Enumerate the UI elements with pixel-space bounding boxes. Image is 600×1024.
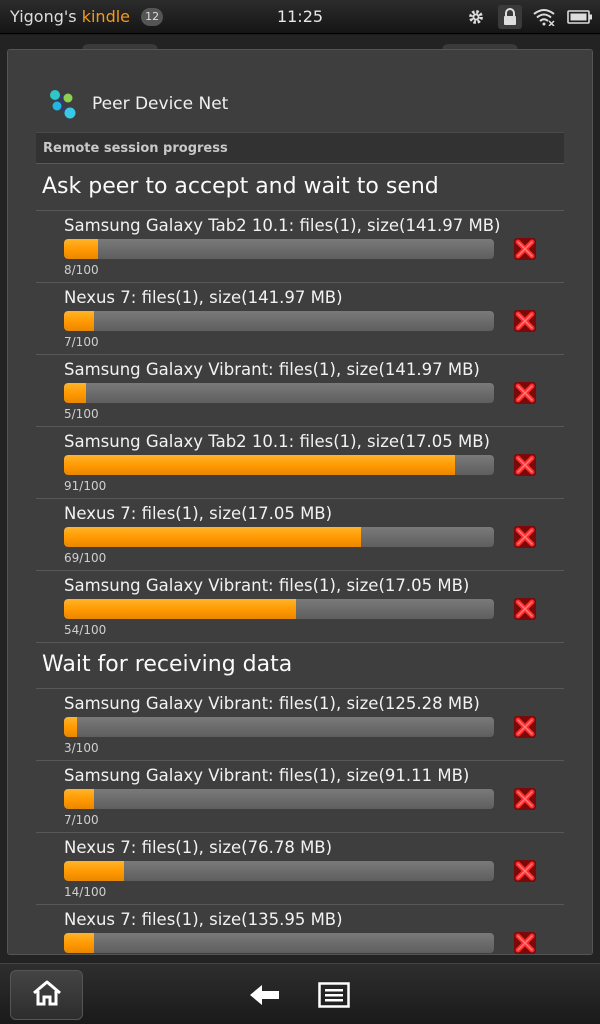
cancel-button[interactable] [513, 931, 537, 954]
progress-fill [64, 599, 297, 619]
cancel-button[interactable] [513, 381, 537, 405]
progress-count: 7/100 [64, 813, 99, 827]
session-row: Samsung Galaxy Vibrant: files(1), size(1… [36, 688, 564, 760]
cancel-button[interactable] [513, 237, 537, 261]
peer-network-icon [46, 88, 78, 120]
progress-fill [64, 717, 77, 737]
cancel-button[interactable] [513, 787, 537, 811]
section-header: Remote session progress [36, 132, 564, 164]
menu-button[interactable] [318, 982, 352, 1008]
progress-count: 54/100 [64, 623, 107, 637]
progress-fill [64, 455, 456, 475]
progress-bar [64, 455, 494, 475]
progress-fill [64, 933, 95, 953]
cancel-x-icon [513, 309, 537, 333]
session-label: Samsung Galaxy Vibrant: files(1), size(1… [64, 360, 480, 379]
session-row: Samsung Galaxy Vibrant: files(1), size(9… [36, 760, 564, 832]
progress-count: 91/100 [64, 479, 107, 493]
session-label: Nexus 7: files(1), size(76.78 MB) [64, 838, 333, 857]
session-label: Samsung Galaxy Vibrant: files(1), size(9… [64, 766, 470, 785]
session-row: Nexus 7: files(1), size(17.05 MB) 69/100 [36, 498, 564, 570]
dialog-title: Peer Device Net [92, 94, 229, 114]
cancel-x-icon [513, 453, 537, 477]
home-icon [31, 979, 63, 1011]
session-progress-dialog: Peer Device Net Remote session progress … [7, 49, 593, 955]
progress-bar [64, 717, 494, 737]
cancel-x-icon [513, 931, 537, 954]
back-button[interactable] [248, 982, 282, 1008]
cancel-x-icon [513, 597, 537, 621]
progress-count: 8/100 [64, 263, 99, 277]
home-button[interactable] [10, 970, 83, 1020]
progress-bar [64, 599, 494, 619]
session-row: Nexus 7: files(1), size(76.78 MB) 14/100 [36, 832, 564, 904]
session-label: Nexus 7: files(1), size(17.05 MB) [64, 504, 333, 523]
session-label: Nexus 7: files(1), size(141.97 MB) [64, 288, 343, 307]
session-label: Samsung Galaxy Tab2 10.1: files(1), size… [64, 432, 490, 451]
cancel-button[interactable] [513, 715, 537, 739]
status-icons [464, 5, 594, 29]
session-row: Nexus 7: files(1), size(135.95 MB)7/100 [36, 904, 564, 954]
lock-icon[interactable] [498, 5, 522, 29]
cancel-button[interactable] [513, 525, 537, 549]
session-row: Nexus 7: files(1), size(141.97 MB) 7/100 [36, 282, 564, 354]
session-label: Nexus 7: files(1), size(135.95 MB) [64, 910, 343, 929]
navigation-bar [0, 963, 600, 1024]
back-arrow-icon [248, 985, 282, 1012]
wifi-icon[interactable] [532, 5, 556, 29]
cancel-x-icon [513, 525, 537, 549]
cancel-x-icon [513, 381, 537, 405]
progress-count: 7/100 [64, 335, 99, 349]
progress-fill [64, 861, 125, 881]
group-title: Ask peer to accept and wait to send [42, 174, 439, 199]
progress-count: 14/100 [64, 885, 107, 899]
progress-fill [64, 789, 95, 809]
battery-icon[interactable] [566, 5, 594, 29]
progress-fill [64, 311, 95, 331]
cancel-x-icon [513, 859, 537, 883]
progress-bar [64, 311, 494, 331]
session-row: Samsung Galaxy Vibrant: files(1), size(1… [36, 570, 564, 642]
cancel-button[interactable] [513, 453, 537, 477]
cancel-button[interactable] [513, 859, 537, 883]
progress-bar [64, 239, 494, 259]
cancel-button[interactable] [513, 309, 537, 333]
progress-bar [64, 383, 494, 403]
progress-bar [64, 861, 494, 881]
session-label: Samsung Galaxy Tab2 10.1: files(1), size… [64, 216, 501, 235]
cancel-button[interactable] [513, 597, 537, 621]
menu-icon [318, 982, 350, 1012]
status-bar: Yigong's kindle 12 11:25 [0, 0, 600, 34]
progress-count: 3/100 [64, 741, 99, 755]
cancel-x-icon [513, 715, 537, 739]
session-row: Samsung Galaxy Tab2 10.1: files(1), size… [36, 210, 564, 282]
progress-fill [64, 239, 99, 259]
progress-fill [64, 383, 86, 403]
dialog-header: Peer Device Net [8, 50, 592, 132]
progress-count: 5/100 [64, 407, 99, 421]
group-divider [36, 642, 564, 643]
progress-bar [64, 789, 494, 809]
progress-count: 69/100 [64, 551, 107, 565]
group-title: Wait for receiving data [42, 652, 293, 677]
cancel-x-icon [513, 787, 537, 811]
progress-fill [64, 527, 361, 547]
progress-bar [64, 933, 494, 953]
session-label: Samsung Galaxy Vibrant: files(1), size(1… [64, 576, 470, 595]
session-row: Samsung Galaxy Tab2 10.1: files(1), size… [36, 426, 564, 498]
progress-bar [64, 527, 494, 547]
cancel-x-icon [513, 237, 537, 261]
session-row: Samsung Galaxy Vibrant: files(1), size(1… [36, 354, 564, 426]
gear-icon[interactable] [464, 5, 488, 29]
session-label: Samsung Galaxy Vibrant: files(1), size(1… [64, 694, 480, 713]
